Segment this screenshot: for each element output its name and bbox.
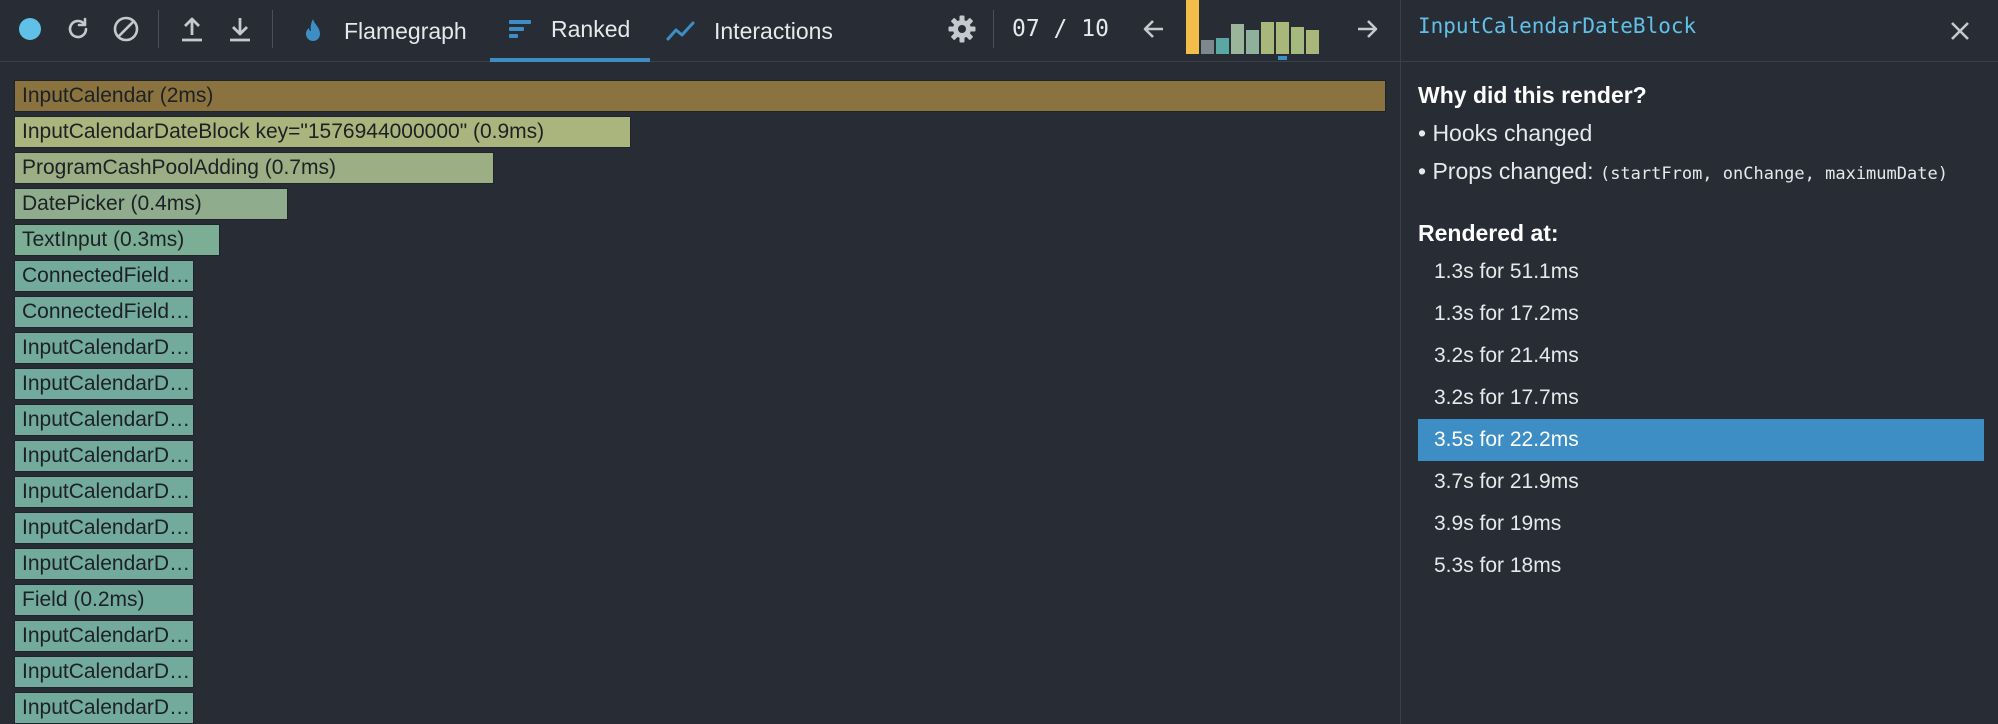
ranked-icon <box>509 20 531 38</box>
interactions-icon <box>666 21 695 41</box>
ranked-bar[interactable]: InputCalendarDate... <box>14 440 194 472</box>
ranked-bar[interactable]: InputCalendarDate... <box>14 404 194 436</box>
toolbar: Flamegraph Ranked Interactions 07 / 10 <box>0 0 1400 62</box>
commit-bar[interactable] <box>1306 30 1319 54</box>
commit-bar[interactable] <box>1291 27 1304 54</box>
commit-graph[interactable] <box>1186 0 1332 60</box>
rendered-at-heading: Rendered at: <box>1418 220 1559 246</box>
render-list-item[interactable]: 3.9s for 19ms <box>1418 503 1984 545</box>
ranked-bar[interactable]: InputCalendarDateBlo... <box>14 332 194 364</box>
tab-label: Interactions <box>714 17 833 44</box>
previous-commit-icon[interactable] <box>1137 12 1171 46</box>
changed-props-list: (startFrom, onChange, maximumDate) <box>1599 164 1948 184</box>
render-list-item[interactable]: 3.2s for 17.7ms <box>1418 377 1984 419</box>
render-list-item[interactable]: 3.2s for 21.4ms <box>1418 335 1984 377</box>
tab-interactions[interactable]: Interactions <box>666 0 833 62</box>
tab-flamegraph[interactable]: Flamegraph <box>300 0 467 62</box>
commit-bar[interactable] <box>1216 38 1229 54</box>
ranked-bar[interactable]: InputCalendar (2ms) <box>14 80 1386 112</box>
ranked-bar[interactable]: InputCalendarDate... <box>14 620 194 652</box>
ranked-bar[interactable]: DatePicker (0.4ms) <box>14 188 288 220</box>
commit-bar[interactable] <box>1276 22 1289 54</box>
reason-props-changed: • Props changed: (startFrom, onChange, m… <box>1418 158 1948 185</box>
selected-component-name: InputCalendarDateBlock <box>1418 14 1697 38</box>
flame-icon <box>306 19 320 41</box>
ranked-bar[interactable]: InputCalendarDat... <box>14 656 194 688</box>
reason-hooks-changed: • Hooks changed <box>1418 120 1592 147</box>
commit-bar[interactable] <box>1261 22 1274 54</box>
render-list-item[interactable]: 1.3s for 17.2ms <box>1418 293 1984 335</box>
tab-label: Ranked <box>551 15 631 42</box>
gear-icon[interactable] <box>945 12 979 46</box>
close-icon[interactable] <box>1943 14 1977 48</box>
tab-label: Flamegraph <box>344 17 467 44</box>
ranked-bar[interactable]: ProgramCashPoolAdding (0.7ms) <box>14 152 494 184</box>
ranked-bar[interactable]: Field (0.2ms) <box>14 584 194 616</box>
sidebar-panel: InputCalendarDateBlock Why did this rend… <box>1400 0 1998 724</box>
ranked-bar[interactable]: InputCalendarDateBlock key="157694400000… <box>14 116 631 148</box>
commit-bar[interactable] <box>1201 40 1214 54</box>
ranked-bar[interactable]: InputCalendarDate... <box>14 548 194 580</box>
ranked-bar[interactable]: ConnectedField (0.2ms) <box>14 260 194 292</box>
next-commit-icon[interactable] <box>1350 12 1384 46</box>
download-icon[interactable] <box>223 12 257 46</box>
render-list-item[interactable]: 3.5s for 22.2ms <box>1418 419 1984 461</box>
upload-icon[interactable] <box>175 12 209 46</box>
ranked-bar[interactable]: ConnectedField (0.2ms) <box>14 296 194 328</box>
commit-index: 07 / 10 <box>1012 16 1109 42</box>
ranked-bar[interactable]: InputCalendarDate... <box>14 476 194 508</box>
ranked-bar[interactable]: InputCalendarDate... <box>14 512 194 544</box>
commit-bar[interactable] <box>1246 30 1259 54</box>
commit-bar[interactable] <box>1231 24 1244 54</box>
reason-text: • Hooks changed <box>1418 120 1593 146</box>
ranked-bar[interactable]: InputCalendarDat... <box>14 692 194 724</box>
render-list-item[interactable]: 5.3s for 18ms <box>1418 545 1984 587</box>
selected-commit-marker <box>1278 56 1287 60</box>
ranked-bar[interactable]: TextInput (0.3ms) <box>14 224 220 256</box>
render-list: 1.3s for 51.1ms 1.3s for 17.2ms 3.2s for 2… <box>1418 251 1984 587</box>
tab-ranked[interactable]: Ranked <box>490 0 650 62</box>
render-list-item[interactable]: 1.3s for 51.1ms <box>1418 251 1984 293</box>
clear-icon[interactable] <box>109 12 143 46</box>
ranked-bar[interactable]: InputCalendarDateBl... <box>14 368 194 400</box>
why-render-heading: Why did this render? <box>1418 82 1647 108</box>
reason-text: • Props changed: <box>1418 158 1600 184</box>
reload-icon[interactable] <box>61 12 95 46</box>
record-icon[interactable] <box>13 12 47 46</box>
commit-bar[interactable] <box>1186 0 1199 54</box>
panel-header: InputCalendarDateBlock <box>1401 0 1998 62</box>
render-list-item[interactable]: 3.7s for 21.9ms <box>1418 461 1984 503</box>
